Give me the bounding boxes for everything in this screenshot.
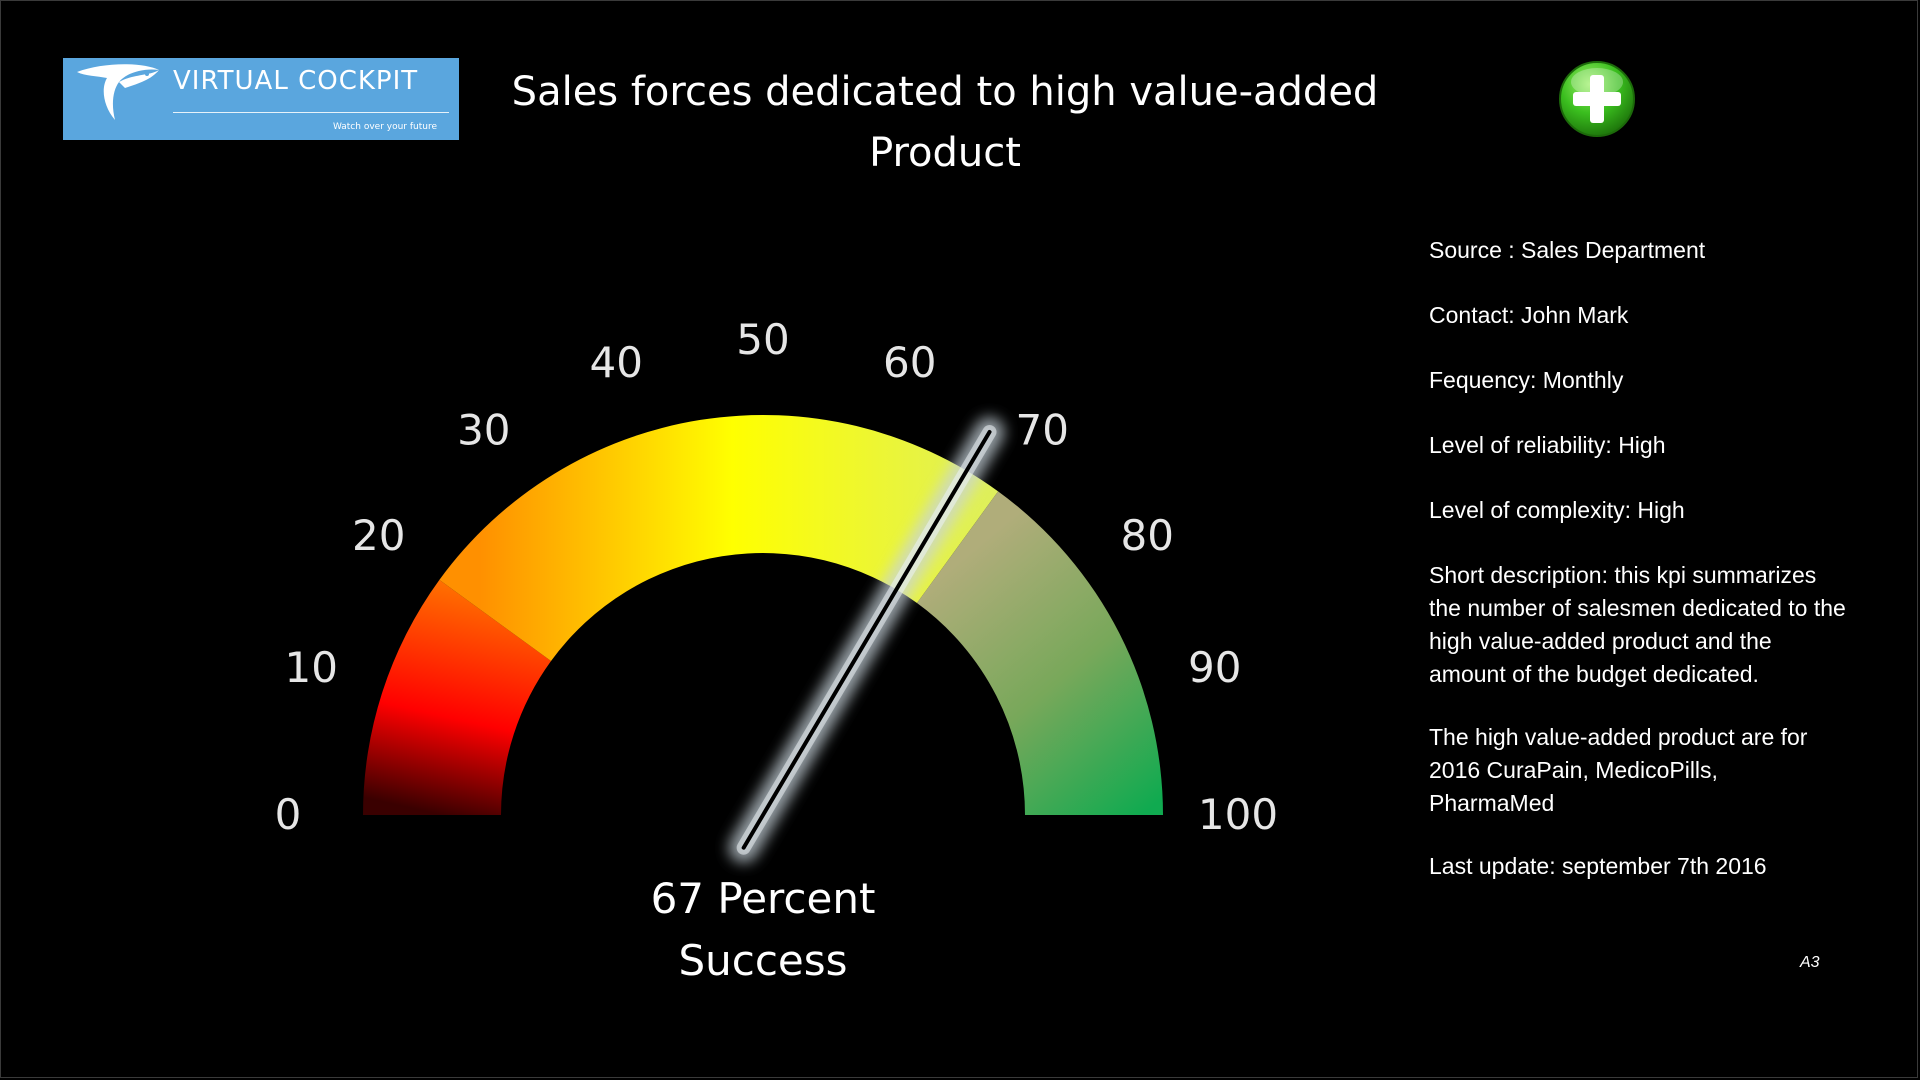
gauge-chart: 0 10 20 30 40 50 60 70 80 90 100 [275,315,1278,863]
add-button[interactable] [1558,60,1636,138]
gauge-caption: 67 Percent Success [563,868,963,992]
gauge-value-label: 67 Percent [650,874,876,923]
info-description: Short description: this kpi summarizes t… [1429,562,1846,687]
info-reliability: Level of reliability: High [1429,432,1666,458]
gauge-tick-label: 100 [1198,790,1278,839]
info-complexity: Level of complexity: High [1429,497,1685,523]
info-source: Source : Sales Department [1429,237,1706,263]
gauge-tick-label: 30 [457,406,510,455]
gauge-tick-label: 0 [275,790,302,839]
info-frequency: Fequency: Monthly [1429,367,1624,393]
gauge-tick-label: 90 [1188,643,1241,692]
gauge-tick-label: 40 [589,338,642,387]
gauge-tick-label: 60 [883,338,936,387]
gauge-tick-label: 20 [352,511,405,560]
gauge-tick-label: 80 [1121,511,1174,560]
gauge-tick-label: 10 [285,643,338,692]
gauge-tick-label: 50 [736,315,789,364]
page-id: A3 [1800,954,1820,971]
info-contact: Contact: John Mark [1429,302,1629,328]
plus-circle-icon [1559,61,1635,137]
gauge-status-label: Success [678,936,848,985]
gauge-tick-label: 70 [1015,406,1068,455]
info-products: The high value-added product are for 201… [1429,724,1808,816]
info-last-update: Last update: september 7th 2016 [1429,853,1767,879]
kpi-info-panel: Source : Sales Department Contact: John … [1429,234,1849,915]
